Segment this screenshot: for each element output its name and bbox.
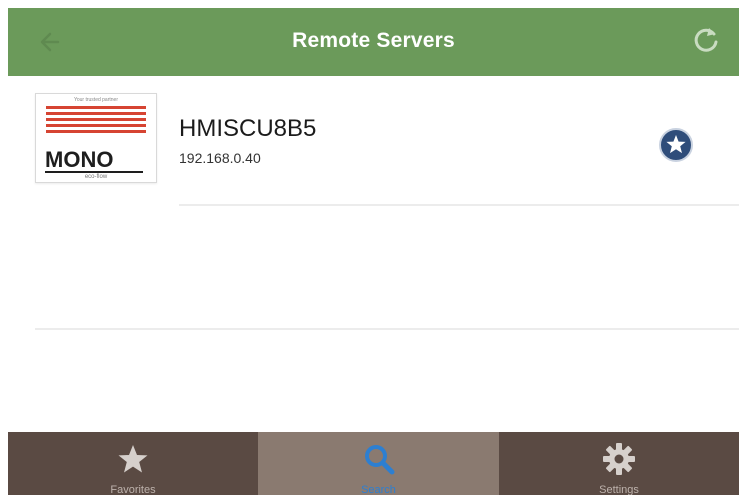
star-icon [118, 445, 148, 473]
tab-search-label: Search [361, 484, 396, 495]
refresh-icon[interactable] [690, 24, 722, 56]
search-icon [364, 445, 394, 475]
server-list-item[interactable]: Your trusted partner MONO eco-flow HMISC… [8, 76, 739, 206]
gear-icon [603, 443, 635, 475]
logo-underline [45, 171, 143, 173]
tab-settings[interactable]: Settings [499, 432, 739, 495]
app-screen: Remote Servers Your trusted partner MONO… [8, 8, 739, 495]
nav-bar: Remote Servers [8, 8, 739, 76]
list-separator [35, 328, 739, 330]
tab-favorites[interactable]: Favorites [8, 432, 258, 495]
logo-subtext: eco-flow [84, 174, 108, 180]
tab-search[interactable]: Search [258, 432, 499, 495]
list-separator [179, 204, 739, 206]
server-name: HMISCU8B5 [179, 115, 317, 142]
server-ip: 192.168.0.40 [179, 150, 261, 166]
logo-wordmark: MONO [45, 147, 114, 172]
tab-settings-label: Settings [599, 484, 639, 495]
logo-stripes [46, 106, 146, 136]
logo-tagline: Your trusted partner [73, 97, 118, 103]
server-logo: Your trusted partner MONO eco-flow [35, 93, 157, 183]
tab-favorites-label: Favorites [110, 484, 156, 495]
tab-bar: Favorites Search Settings [8, 432, 739, 495]
page-title: Remote Servers [292, 29, 455, 52]
star-badge-icon[interactable] [657, 126, 695, 164]
